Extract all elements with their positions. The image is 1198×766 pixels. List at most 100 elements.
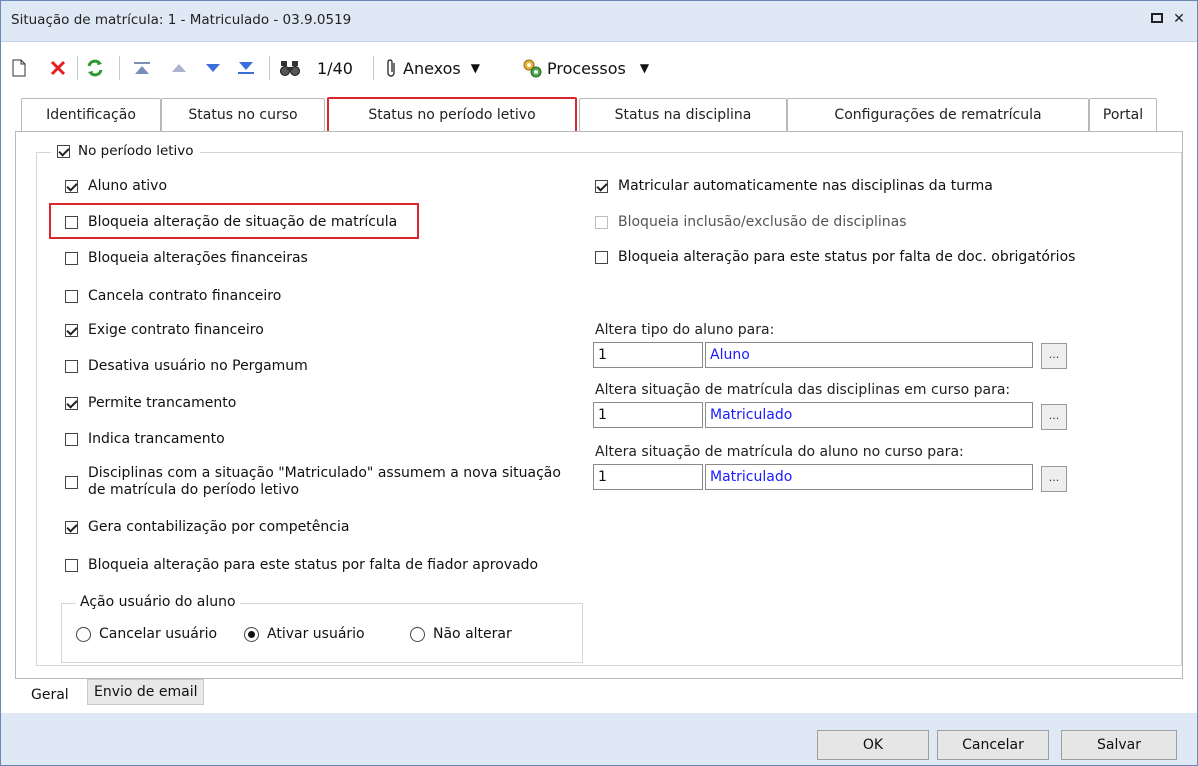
checkbox-icon <box>65 323 78 337</box>
checkbox-icon <box>595 179 608 193</box>
option-bloqueia-doc-obrigatorios[interactable]: Bloqueia alteração para este status por … <box>595 249 1075 265</box>
tab-portal[interactable]: Portal <box>1089 98 1157 131</box>
ok-button[interactable]: OK <box>817 730 929 760</box>
anexos-button[interactable]: Anexos ▼ <box>385 56 480 80</box>
title-bar: Situação de matrícula: 1 - Matriculado -… <box>1 1 1197 42</box>
situacao-aluno-curso-code-input[interactable]: 1 <box>593 464 703 490</box>
option-matricular-automaticamente[interactable]: Matricular automaticamente nas disciplin… <box>595 178 993 194</box>
option-gera-contabilizacao[interactable]: Gera contabilização por competência <box>65 519 349 535</box>
situacao-disciplinas-code-input[interactable]: 1 <box>593 402 703 428</box>
new-document-icon[interactable] <box>11 56 27 80</box>
option-label: Exige contrato financeiro <box>88 322 264 338</box>
option-permite-trancamento[interactable]: Permite trancamento <box>65 395 236 411</box>
radio-label: Ativar usuário <box>267 626 365 642</box>
option-bloqueia-alteracoes-financeiras[interactable]: Bloqueia alterações financeiras <box>65 250 308 266</box>
dialog-window: Situação de matrícula: 1 - Matriculado -… <box>0 0 1198 766</box>
bottom-tab-envio-email[interactable]: Envio de email <box>87 679 205 705</box>
option-disciplinas-matriculado[interactable]: Disciplinas com a situação "Matriculado"… <box>65 465 561 499</box>
checkbox-icon <box>65 432 78 446</box>
option-label: Matricular automaticamente nas disciplin… <box>618 178 993 194</box>
checkbox-icon <box>57 144 70 158</box>
field-label-tipo-aluno: Altera tipo do aluno para: <box>595 322 775 338</box>
field-label-situacao-disciplinas: Altera situação de matrícula das discipl… <box>595 382 1011 398</box>
option-label-line2: de matrícula do período letivo <box>88 482 300 498</box>
bottom-tab-geral[interactable]: Geral <box>25 681 75 709</box>
save-button[interactable]: Salvar <box>1061 730 1177 760</box>
checkbox-icon <box>595 215 608 229</box>
chevron-down-icon: ▼ <box>470 61 480 75</box>
tipo-aluno-code-input[interactable]: 1 <box>593 342 703 368</box>
radio-label: Cancelar usuário <box>99 626 218 642</box>
radio-label: Não alterar <box>433 626 512 642</box>
option-label: Indica trancamento <box>88 431 225 447</box>
option-label: Bloqueia alteração para este status por … <box>88 557 539 573</box>
tab-status-periodo-letivo[interactable]: Status no período letivo <box>327 97 577 134</box>
option-label: Bloqueia alteração de situação de matríc… <box>88 214 398 230</box>
cancel-button[interactable]: Cancelar <box>937 730 1049 760</box>
option-bloqueia-alteracao-situacao[interactable]: Bloqueia alteração de situação de matríc… <box>65 214 397 230</box>
option-label: Desativa usuário no Pergamum <box>88 358 308 374</box>
checkbox-icon <box>65 475 78 489</box>
no-periodo-letivo-checkbox[interactable]: No período letivo <box>51 143 200 159</box>
tab-status-curso[interactable]: Status no curso <box>161 98 325 131</box>
situacao-aluno-curso-lookup-button[interactable]: ... <box>1041 466 1067 492</box>
radio-icon <box>410 626 425 642</box>
gears-icon <box>521 57 543 79</box>
option-exige-contrato[interactable]: Exige contrato financeiro <box>65 322 264 338</box>
checkbox-icon <box>65 396 78 410</box>
tab-configuracoes-rematricula[interactable]: Configurações de rematrícula <box>787 98 1089 131</box>
previous-record-icon[interactable] <box>171 56 187 80</box>
acao-usuario-group: Ação usuário do aluno Cancelar usuário A… <box>61 594 583 663</box>
option-label: Bloqueia alterações financeiras <box>88 250 308 266</box>
tipo-aluno-value-input[interactable]: Aluno <box>705 342 1033 368</box>
option-label: Disciplinas com a situação "Matriculado"… <box>88 465 561 499</box>
binoculars-icon[interactable] <box>279 56 301 80</box>
checkbox-icon <box>65 251 78 265</box>
situacao-disciplinas-lookup-button[interactable]: ... <box>1041 404 1067 430</box>
chevron-down-icon: ▼ <box>639 61 650 75</box>
window-title: Situação de matrícula: 1 - Matriculado -… <box>11 12 352 28</box>
checkbox-icon <box>65 520 78 534</box>
tab-identificacao[interactable]: Identificação <box>21 98 161 131</box>
group-label: No período letivo <box>78 143 194 159</box>
situacao-aluno-curso-value-input[interactable]: Matriculado <box>705 464 1033 490</box>
option-indica-trancamento[interactable]: Indica trancamento <box>65 431 225 447</box>
option-cancela-contrato[interactable]: Cancela contrato financeiro <box>65 288 281 304</box>
processos-label: Processos <box>547 58 626 78</box>
option-label: Gera contabilização por competência <box>88 519 350 535</box>
restore-icon[interactable] <box>1147 9 1167 29</box>
tab-status-disciplina[interactable]: Status na disciplina <box>579 98 787 131</box>
radio-nao-alterar[interactable]: Não alterar <box>410 626 512 642</box>
option-label: Aluno ativo <box>88 178 168 194</box>
radio-cancelar-usuario[interactable]: Cancelar usuário <box>76 626 217 642</box>
checkbox-icon <box>65 289 78 303</box>
checkbox-icon <box>65 558 78 572</box>
option-label: Bloqueia inclusão/exclusão de disciplina… <box>618 214 907 230</box>
acao-usuario-label: Ação usuário do aluno <box>76 594 240 610</box>
next-record-icon[interactable] <box>205 56 221 80</box>
option-aluno-ativo[interactable]: Aluno ativo <box>65 178 167 194</box>
last-record-icon[interactable] <box>237 56 255 80</box>
option-desativa-pergamum[interactable]: Desativa usuário no Pergamum <box>65 358 308 374</box>
option-bloqueia-fiador[interactable]: Bloqueia alteração para este status por … <box>65 557 538 573</box>
processos-button[interactable]: Processos ▼ <box>521 56 649 80</box>
first-record-icon[interactable] <box>133 56 151 80</box>
field-label-situacao-aluno-curso: Altera situação de matrícula do aluno no… <box>595 444 964 460</box>
checkbox-icon <box>65 179 78 193</box>
close-icon[interactable]: ✕ <box>1169 9 1189 29</box>
dialog-footer: OK Cancelar Salvar <box>1 713 1197 765</box>
refresh-icon[interactable] <box>85 56 105 80</box>
checkbox-icon <box>65 215 78 229</box>
tipo-aluno-lookup-button[interactable]: ... <box>1041 343 1067 369</box>
radio-ativar-usuario[interactable]: Ativar usuário <box>244 626 365 642</box>
paperclip-icon <box>385 58 399 78</box>
record-counter: 1/40 <box>317 58 353 78</box>
option-label: Cancela contrato financeiro <box>88 288 282 304</box>
checkbox-icon <box>65 359 78 373</box>
delete-icon[interactable] <box>49 56 67 80</box>
option-label: Permite trancamento <box>88 395 237 411</box>
situacao-disciplinas-value-input[interactable]: Matriculado <box>705 402 1033 428</box>
radio-icon <box>244 626 259 642</box>
option-label-line1: Disciplinas com a situação "Matriculado"… <box>88 465 561 481</box>
option-label: Bloqueia alteração para este status por … <box>618 249 1076 265</box>
